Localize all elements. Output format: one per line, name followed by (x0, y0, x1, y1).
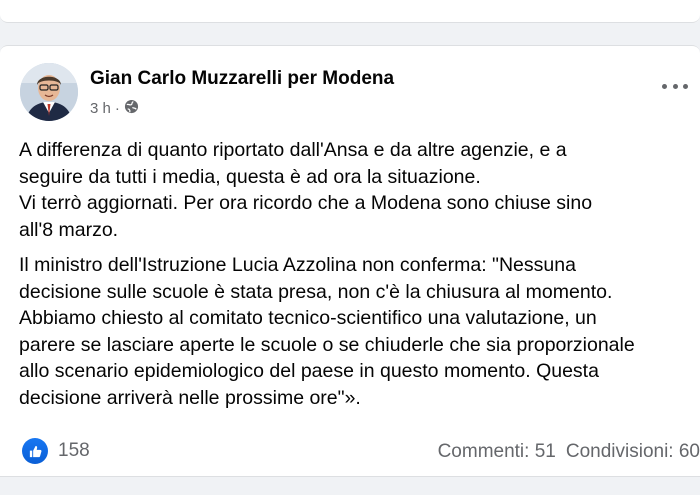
reaction-count: 158 (58, 440, 90, 461)
post-meta: 3 h · (90, 98, 139, 118)
post-line: Abbiamo chiesto al comitato tecnico-scie… (19, 307, 597, 329)
post-line: allo scenario epidemiologico del paese i… (19, 360, 599, 382)
more-options-icon[interactable] (662, 78, 688, 94)
post-line: Il ministro dell'Istruzione Lucia Azzoli… (19, 254, 576, 276)
post-text: A differenza di quanto riportato dall'An… (19, 137, 699, 411)
avatar-portrait (20, 63, 78, 121)
feed-divider (0, 476, 700, 495)
reactions-summary[interactable]: 158 (22, 438, 90, 464)
meta-separator: · (114, 99, 120, 117)
post-line: A differenza di quanto riportato dall'An… (19, 139, 567, 161)
post-stats: Commenti: 51 Condivisioni: 60 (438, 441, 700, 463)
post-author[interactable]: Gian Carlo Muzzarelli per Modena (90, 68, 394, 90)
post-line: decisione sulle scuole è stata presa, no… (19, 280, 613, 303)
post-time[interactable]: 3 h (90, 100, 111, 117)
post-line: parere se lasciare aperte le scuole o se… (19, 333, 635, 356)
post-line: seguire da tutti i media, questa è ad or… (19, 165, 481, 188)
post-line: decisione arriverà nelle prossime ore"». (19, 386, 361, 409)
previous-post-card (0, 0, 700, 23)
post-line: Vi terrò aggiornati. Per ora ricordo che… (19, 192, 593, 214)
facebook-post: Gian Carlo Muzzarelli per Modena 3 h · A… (0, 45, 700, 476)
globe-icon (124, 99, 139, 118)
like-icon (22, 438, 48, 464)
author-avatar[interactable] (20, 63, 78, 121)
comments-count[interactable]: Commenti: 51 (438, 441, 556, 463)
post-line: all'8 marzo. (19, 218, 119, 241)
shares-count[interactable]: Condivisioni: 60 (566, 441, 700, 463)
